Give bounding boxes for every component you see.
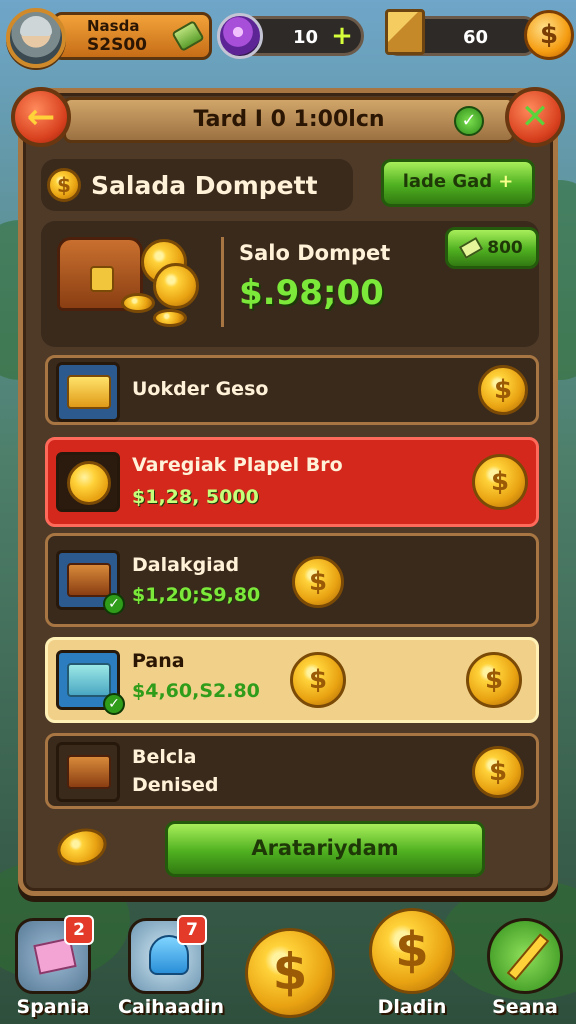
coin-icon: $ (245, 928, 335, 1018)
bills-icon: ✓ (56, 650, 125, 715)
card-amount: $1,20;S9,80 (132, 584, 261, 606)
nav-label: Seana (492, 996, 558, 1018)
avatar-hair-icon (20, 16, 52, 36)
section-title: Salada Dompett (91, 171, 318, 200)
payment-card-item[interactable]: ✓ Pana $4,60,S2.80 $ $ (45, 637, 539, 723)
add-card-button[interactable]: lade Gad + (381, 159, 535, 207)
treasure-chest-icon: ✓ (56, 550, 125, 615)
coin-icon: $ (478, 365, 528, 415)
coin-icon (53, 823, 111, 871)
card-title: Varegiak Plapel Bro (132, 454, 343, 476)
plus-icon: + (498, 171, 514, 192)
gem-value: 10 (293, 27, 319, 48)
player-panel[interactable]: Nasda S2S00 (52, 12, 212, 60)
shop-dollar-button[interactable]: $ (524, 10, 574, 60)
wallet-balance-box: Salo Dompet $.98;00 800 (41, 221, 539, 347)
gold-coin-icon (56, 452, 120, 512)
coin-icon: $ (292, 556, 344, 608)
coin-icon: $ (47, 168, 81, 202)
payment-card-item[interactable]: Belcla Denised $ (45, 733, 539, 809)
coin-icon: $ (466, 652, 522, 708)
cash-icon (459, 236, 484, 260)
bottom-nav: 2 Spania 7 Caihaadin $ $ Dladin Seana (0, 904, 576, 1024)
nav-item-spania[interactable]: 2 Spania (10, 915, 96, 1018)
box-counter: 60 (385, 9, 536, 56)
coin-pile-icon (153, 309, 187, 327)
card-amount: $1,28, 5000 (132, 486, 259, 508)
coin-icon: $ (472, 454, 528, 510)
nav-item-caihaadin[interactable]: 7 Caihaadin (118, 915, 225, 1018)
panel-title: Tard I 0 1:00lcn (193, 107, 385, 132)
treasure-chest-icon (56, 742, 120, 802)
nav-item-coin[interactable]: $ (244, 928, 336, 1018)
payment-card-item-selected[interactable]: Varegiak Plapel Bro $1,28, 5000 $ (45, 437, 539, 527)
coin-pile-icon (153, 263, 199, 309)
player-avatar[interactable] (6, 8, 66, 68)
gem-counter: 10 + (217, 13, 364, 59)
nav-item-dladin[interactable]: $ Dladin (364, 908, 460, 1018)
coin-icon: $ (369, 908, 455, 994)
notification-badge: 7 (177, 915, 207, 945)
divider (221, 237, 224, 327)
coin-pile-icon (121, 293, 155, 313)
add-card-label: lade Gad (402, 171, 493, 192)
add-gems-button[interactable]: + (329, 23, 355, 49)
money-stack-icon (56, 362, 120, 422)
box-value: 60 (463, 27, 489, 48)
card-title: Belcla (132, 746, 197, 768)
gem-icon (217, 13, 263, 59)
cards-icon: 2 (15, 915, 94, 994)
wallet-cash-label: 800 (487, 238, 523, 258)
coin-icon: $ (472, 746, 524, 798)
payment-card-item[interactable]: ✓ Dalakgiad $1,20;S9,80 $ (45, 533, 539, 627)
confirm-payment-button[interactable]: Aratariydam (165, 821, 485, 877)
top-hud: Nasda S2S00 10 + 60 $ (6, 8, 574, 68)
card-amount: $4,60,S2.80 (132, 680, 260, 702)
wallet-label: Salo Dompet (239, 241, 391, 265)
nav-label: Dladin (377, 996, 447, 1018)
wallet-amount: $.98;00 (239, 273, 384, 313)
wallet-panel: Tard I 0 1:00lcn ✓ ← ✕ $ Salada Dompett … (11, 87, 565, 896)
nav-label: Caihaadin (118, 996, 225, 1018)
card-title: Pana (132, 650, 185, 672)
section-title-row: $ Salada Dompett (41, 159, 353, 211)
card-title: Uokder Geso (132, 378, 269, 400)
check-icon[interactable]: ✓ (454, 106, 484, 136)
crate-icon (385, 9, 425, 55)
back-button[interactable]: ← (11, 87, 71, 147)
check-badge-icon: ✓ (103, 593, 125, 615)
card-title: Dalakgiad (132, 554, 240, 576)
coin-icon: $ (290, 652, 346, 708)
nav-label: Spania (16, 996, 90, 1018)
payment-card-item[interactable]: Uokder Geso $ (45, 355, 539, 425)
helmet-icon: 7 (128, 915, 207, 994)
pencil-icon (487, 918, 563, 994)
card-status: Denised (132, 774, 219, 796)
notification-badge: 2 (64, 915, 94, 945)
wallet-cash-button[interactable]: 800 (445, 227, 539, 269)
panel-header: Tard I 0 1:00lcn ✓ (63, 97, 515, 143)
close-button[interactable]: ✕ (505, 87, 565, 147)
check-badge-icon: ✓ (103, 693, 125, 715)
nav-item-seana[interactable]: Seana (482, 918, 568, 1018)
